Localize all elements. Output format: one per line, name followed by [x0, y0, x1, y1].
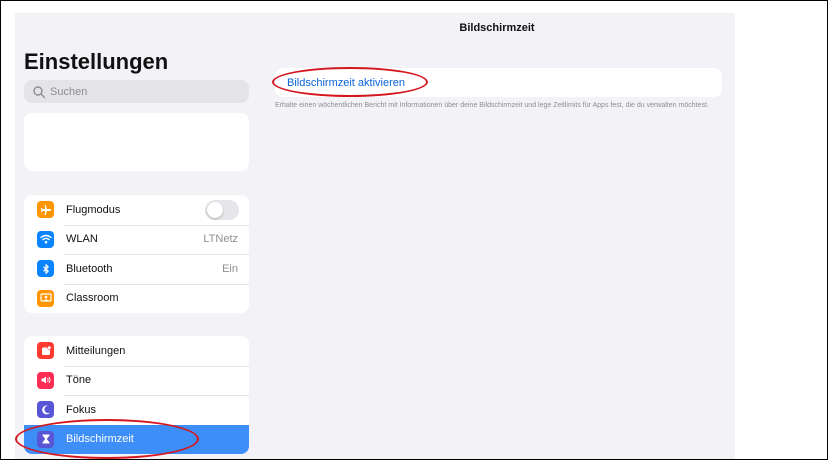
- search-icon: [33, 85, 46, 98]
- classroom-icon: [37, 289, 54, 307]
- hourglass-icon: [37, 430, 54, 448]
- bluetooth-value: Ein: [222, 262, 238, 275]
- sidebar-item-bildschirmzeit[interactable]: Bildschirmzeit: [24, 424, 249, 454]
- divider: [64, 365, 249, 367]
- sidebar-item-label: Classroom: [66, 292, 119, 305]
- sound-icon: [37, 371, 54, 389]
- screen-time-description: Erhalte einen wöchentlichen Bericht mit …: [275, 102, 709, 109]
- wifi-icon: [37, 230, 54, 248]
- activate-screen-time-button[interactable]: Bildschirmzeit aktivieren: [275, 68, 722, 97]
- ipad-screen: Einstellungen Suchen Flugmodus WLAN LTNe…: [15, 13, 735, 459]
- sidebar-item-mitteilungen[interactable]: Mitteilungen: [24, 336, 249, 366]
- airplane-mode-toggle[interactable]: [205, 199, 239, 220]
- sidebar-item-classroom[interactable]: Classroom: [24, 283, 249, 314]
- notifications-icon: [37, 342, 54, 360]
- sidebar-item-label: Töne: [66, 374, 92, 387]
- sidebar-item-label: Bluetooth: [66, 262, 113, 275]
- screenshot-frame: Einstellungen Suchen Flugmodus WLAN LTNe…: [0, 0, 828, 460]
- activate-screen-time-label: Bildschirmzeit aktivieren: [287, 76, 405, 89]
- sidebar-item-label: Fokus: [66, 403, 96, 416]
- bluetooth-icon: [37, 260, 54, 278]
- divider: [64, 254, 249, 255]
- divider: [64, 283, 249, 285]
- wlan-value: LTNetz: [203, 233, 238, 246]
- sidebar-item-label: Bildschirmzeit: [66, 433, 134, 446]
- search-field[interactable]: Suchen: [24, 80, 249, 103]
- sidebar-item-label: Flugmodus: [66, 203, 121, 216]
- sidebar-item-bluetooth[interactable]: Bluetooth Ein: [24, 254, 249, 284]
- airplane-icon: [37, 201, 54, 219]
- toggle-knob: [207, 201, 223, 218]
- moon-icon: [37, 401, 54, 419]
- sidebar-item-flugmodus[interactable]: Flugmodus: [24, 195, 249, 225]
- sidebar: Einstellungen Suchen Flugmodus WLAN LTNe…: [15, 13, 259, 459]
- apple-id-card[interactable]: [24, 113, 249, 171]
- settings-group-notifications: Mitteilungen Töne Fokus Bildschirmzeit: [24, 336, 249, 454]
- detail-nav-title: Bildschirmzeit: [459, 22, 535, 34]
- search-placeholder: Suchen: [50, 85, 88, 98]
- detail-pane: Bildschirmzeit Bildschirmzeit aktivieren…: [259, 13, 735, 459]
- sidebar-item-fokus[interactable]: Fokus: [24, 395, 249, 425]
- divider: [64, 224, 249, 226]
- sidebar-item-wlan[interactable]: WLAN LTNetz: [24, 224, 249, 255]
- sidebar-item-label: Mitteilungen: [66, 344, 126, 357]
- sidebar-item-label: WLAN: [66, 233, 98, 246]
- divider: [64, 395, 249, 396]
- settings-group-connectivity: Flugmodus WLAN LTNetz Bluetooth Ein Clas…: [24, 195, 249, 313]
- sidebar-item-toene[interactable]: Töne: [24, 365, 249, 396]
- sidebar-title: Einstellungen: [24, 49, 169, 74]
